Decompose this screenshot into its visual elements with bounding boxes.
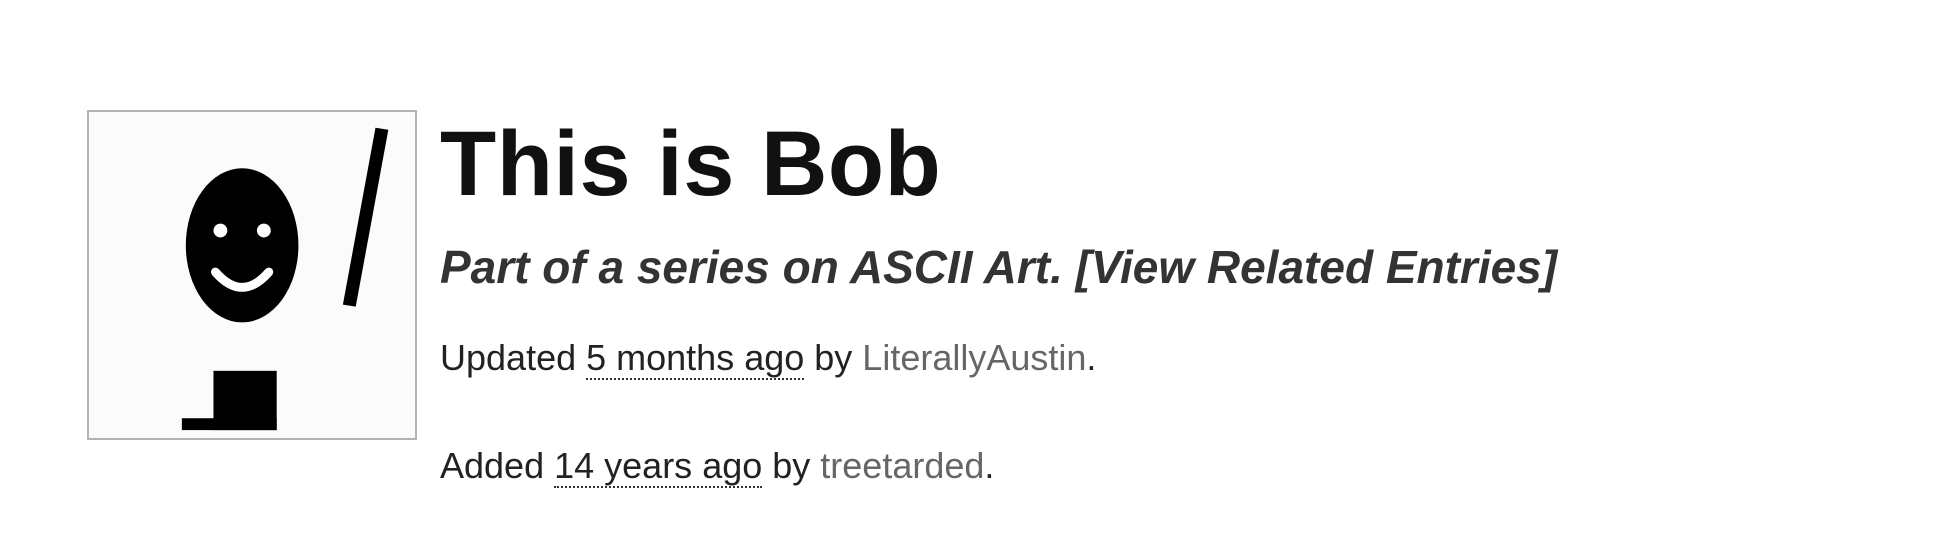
series-suffix: . bbox=[1050, 241, 1076, 293]
added-by: by bbox=[762, 445, 821, 486]
updated-time[interactable]: 5 months ago bbox=[586, 337, 805, 380]
updated-user-link[interactable]: LiterallyAustin bbox=[862, 337, 1086, 378]
view-related-entries-link[interactable]: [View Related Entries] bbox=[1076, 241, 1557, 293]
updated-period: . bbox=[1086, 337, 1097, 378]
added-time[interactable]: 14 years ago bbox=[554, 445, 763, 488]
added-info: Added 14 years ago by treetarded. bbox=[440, 445, 995, 488]
added-label: Added bbox=[440, 445, 555, 486]
entry-thumbnail[interactable] bbox=[87, 110, 417, 440]
updated-label: Updated bbox=[440, 337, 587, 378]
ascii-bob-image bbox=[181, 127, 389, 431]
series-info: Part of a series on ASCII Art. [View Rel… bbox=[440, 244, 1557, 290]
added-period: . bbox=[984, 445, 995, 486]
updated-info: Updated 5 months ago by LiterallyAustin. bbox=[440, 337, 1097, 380]
series-prefix: Part of a series on bbox=[440, 241, 850, 293]
updated-by: by bbox=[804, 337, 863, 378]
page-title: This is Bob bbox=[440, 113, 942, 215]
added-user-link[interactable]: treetarded bbox=[820, 445, 984, 486]
series-name: ASCII Art bbox=[849, 241, 1051, 293]
